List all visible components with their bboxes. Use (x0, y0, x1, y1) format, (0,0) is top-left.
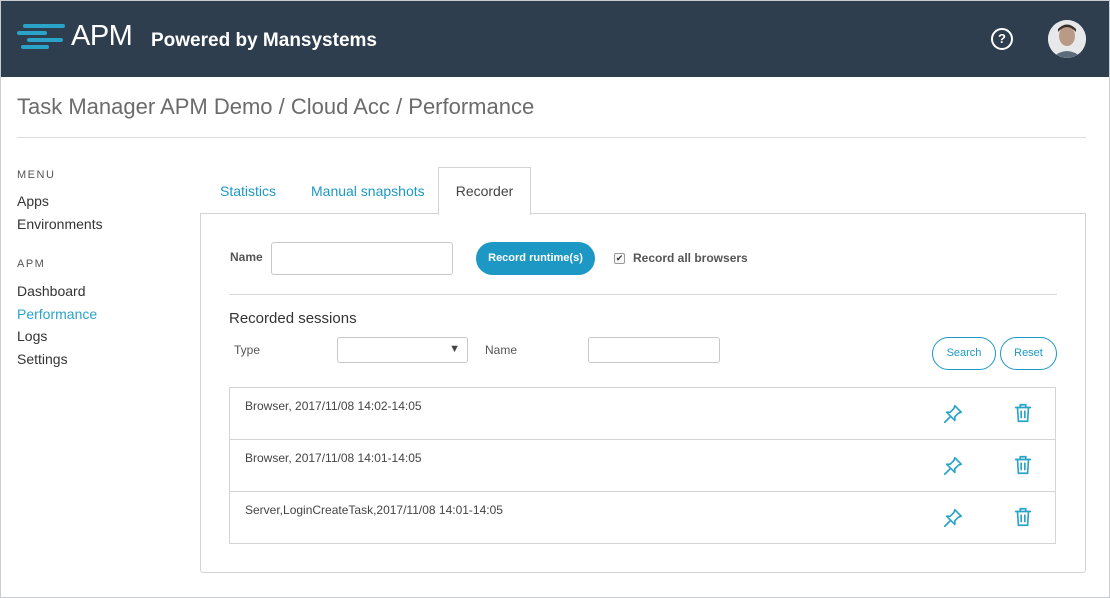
divider (229, 294, 1057, 295)
list-item: Server,LoginCreateTask,2017/11/08 14:01-… (230, 492, 1055, 544)
list-item: Browser, 2017/11/08 14:01-14:05 (230, 440, 1055, 492)
list-item: Browser, 2017/11/08 14:02-14:05 (230, 388, 1055, 440)
type-select[interactable]: ▼ (337, 337, 468, 363)
session-label: Server,LoginCreateTask,2017/11/08 14:01-… (245, 503, 503, 517)
brand-name: APM (71, 20, 133, 52)
user-avatar[interactable] (1048, 20, 1086, 58)
breadcrumb: Task Manager APM Demo / Cloud Acc / Perf… (17, 94, 535, 119)
reset-button[interactable]: Reset (1000, 337, 1057, 370)
session-label: Browser, 2017/11/08 14:02-14:05 (245, 399, 422, 413)
trash-icon[interactable] (1012, 506, 1034, 528)
pin-icon[interactable] (942, 455, 964, 477)
divider (17, 137, 1086, 138)
session-label: Browser, 2017/11/08 14:01-14:05 (245, 451, 422, 465)
sidebar-heading-apm: APM (17, 258, 46, 270)
recorded-sessions-title: Recorded sessions (229, 310, 357, 327)
sessions-list: Browser, 2017/11/08 14:02-14:05 Browser,… (229, 387, 1056, 544)
record-all-browsers-checkbox[interactable]: ✔ (614, 253, 625, 264)
question-circle-icon[interactable]: ? (991, 28, 1013, 50)
sidebar-heading-menu: MENU (17, 169, 56, 181)
apm-logo-icon (17, 24, 65, 49)
pin-icon[interactable] (942, 507, 964, 529)
name-input[interactable] (271, 242, 453, 275)
brand-tagline: Powered by Mansystems (151, 30, 377, 51)
session-name-label: Name (485, 343, 518, 357)
record-runtime-button[interactable]: Record runtime(s) (476, 242, 595, 275)
trash-icon[interactable] (1012, 454, 1034, 476)
name-label: Name (230, 250, 263, 264)
user-photo-icon (1048, 20, 1086, 58)
sidebar-item-performance[interactable]: Performance (17, 306, 97, 322)
top-bar: APM Powered by Mansystems ? (1, 1, 1109, 77)
tab-recorder[interactable]: Recorder (438, 167, 531, 215)
search-button[interactable]: Search (932, 337, 996, 370)
type-label: Type (234, 343, 261, 357)
trash-icon[interactable] (1012, 402, 1034, 424)
tab-statistics[interactable]: Statistics (220, 183, 276, 199)
pin-icon[interactable] (942, 403, 964, 425)
sidebar-item-apps[interactable]: Apps (17, 193, 49, 209)
tab-manual-snapshots[interactable]: Manual snapshots (311, 183, 425, 199)
sidebar-item-dashboard[interactable]: Dashboard (17, 283, 86, 299)
chevron-down-icon: ▼ (449, 343, 460, 355)
record-all-browsers-label: Record all browsers (633, 251, 748, 265)
sidebar-item-settings[interactable]: Settings (17, 351, 68, 367)
sidebar-item-logs[interactable]: Logs (17, 328, 47, 344)
sidebar-item-environments[interactable]: Environments (17, 216, 103, 232)
session-name-input[interactable] (588, 337, 720, 363)
